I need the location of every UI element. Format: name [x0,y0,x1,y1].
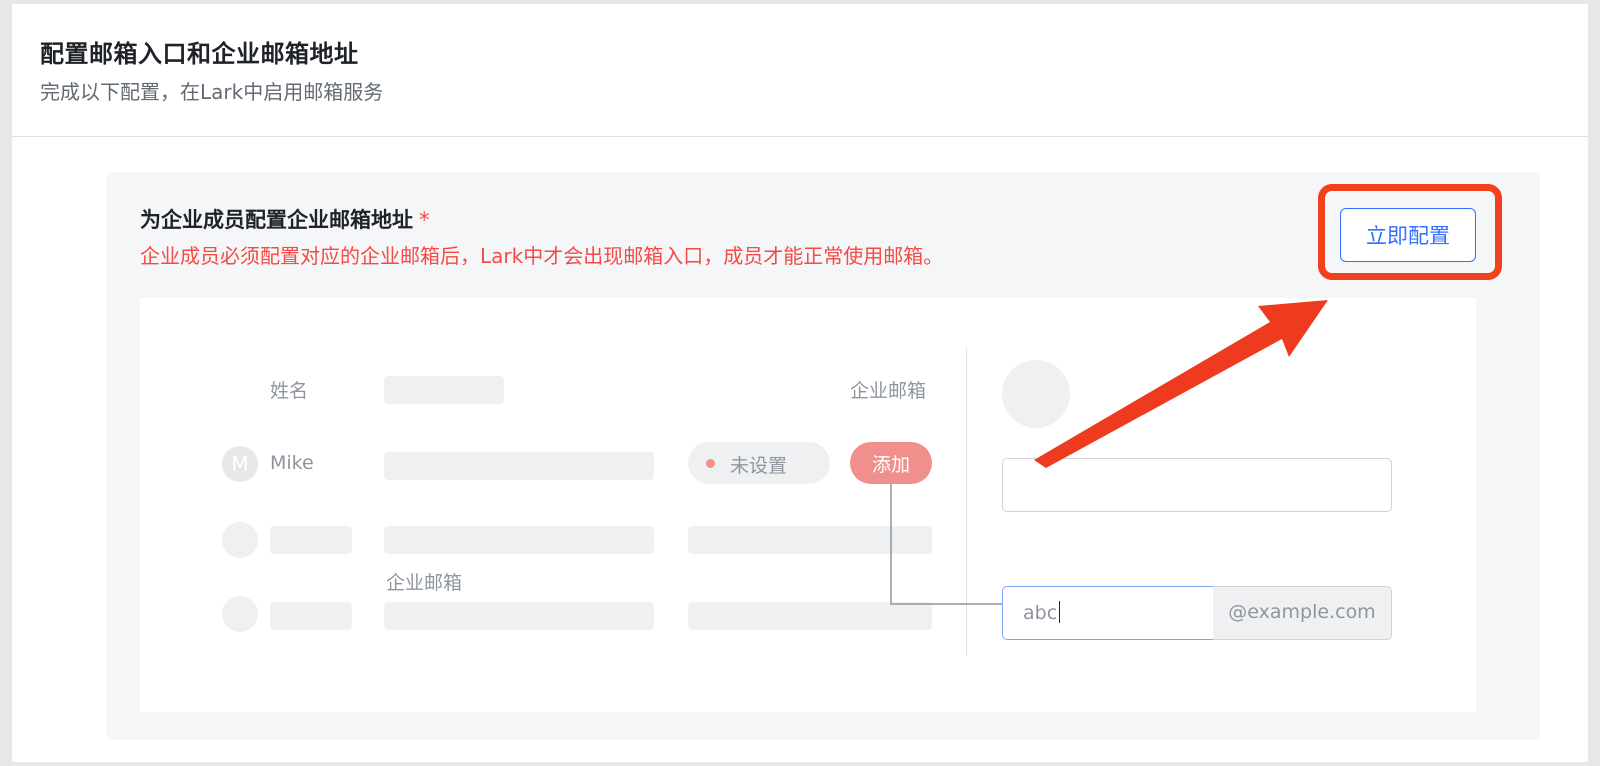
connector-line [890,484,1002,605]
illustration-panel: 姓名 企业邮箱 M Mike 未设置 添加 企业邮箱 abc @example.… [140,298,1476,712]
section-warning: 企业成员必须配置对应的企业邮箱后，Lark中才会出现邮箱入口，成员才能正常使用邮… [140,244,944,268]
page-subtitle: 完成以下配置，在Lark中启用邮箱服务 [40,80,384,104]
required-mark: * [419,208,430,232]
config-section: 为企业成员配置企业邮箱地址 * 企业成员必须配置对应的企业邮箱后，Lark中才会出… [106,172,1540,740]
setup-card: 配置邮箱入口和企业邮箱地址 完成以下配置，在Lark中启用邮箱服务 为企业成员配… [12,4,1588,762]
header-divider [12,136,1588,137]
page-title: 配置邮箱入口和企业邮箱地址 [40,40,359,68]
section-title: 为企业成员配置企业邮箱地址 * [140,204,430,234]
configure-now-button[interactable]: 立即配置 [1340,208,1476,262]
section-title-text: 为企业成员配置企业邮箱地址 [140,208,413,232]
